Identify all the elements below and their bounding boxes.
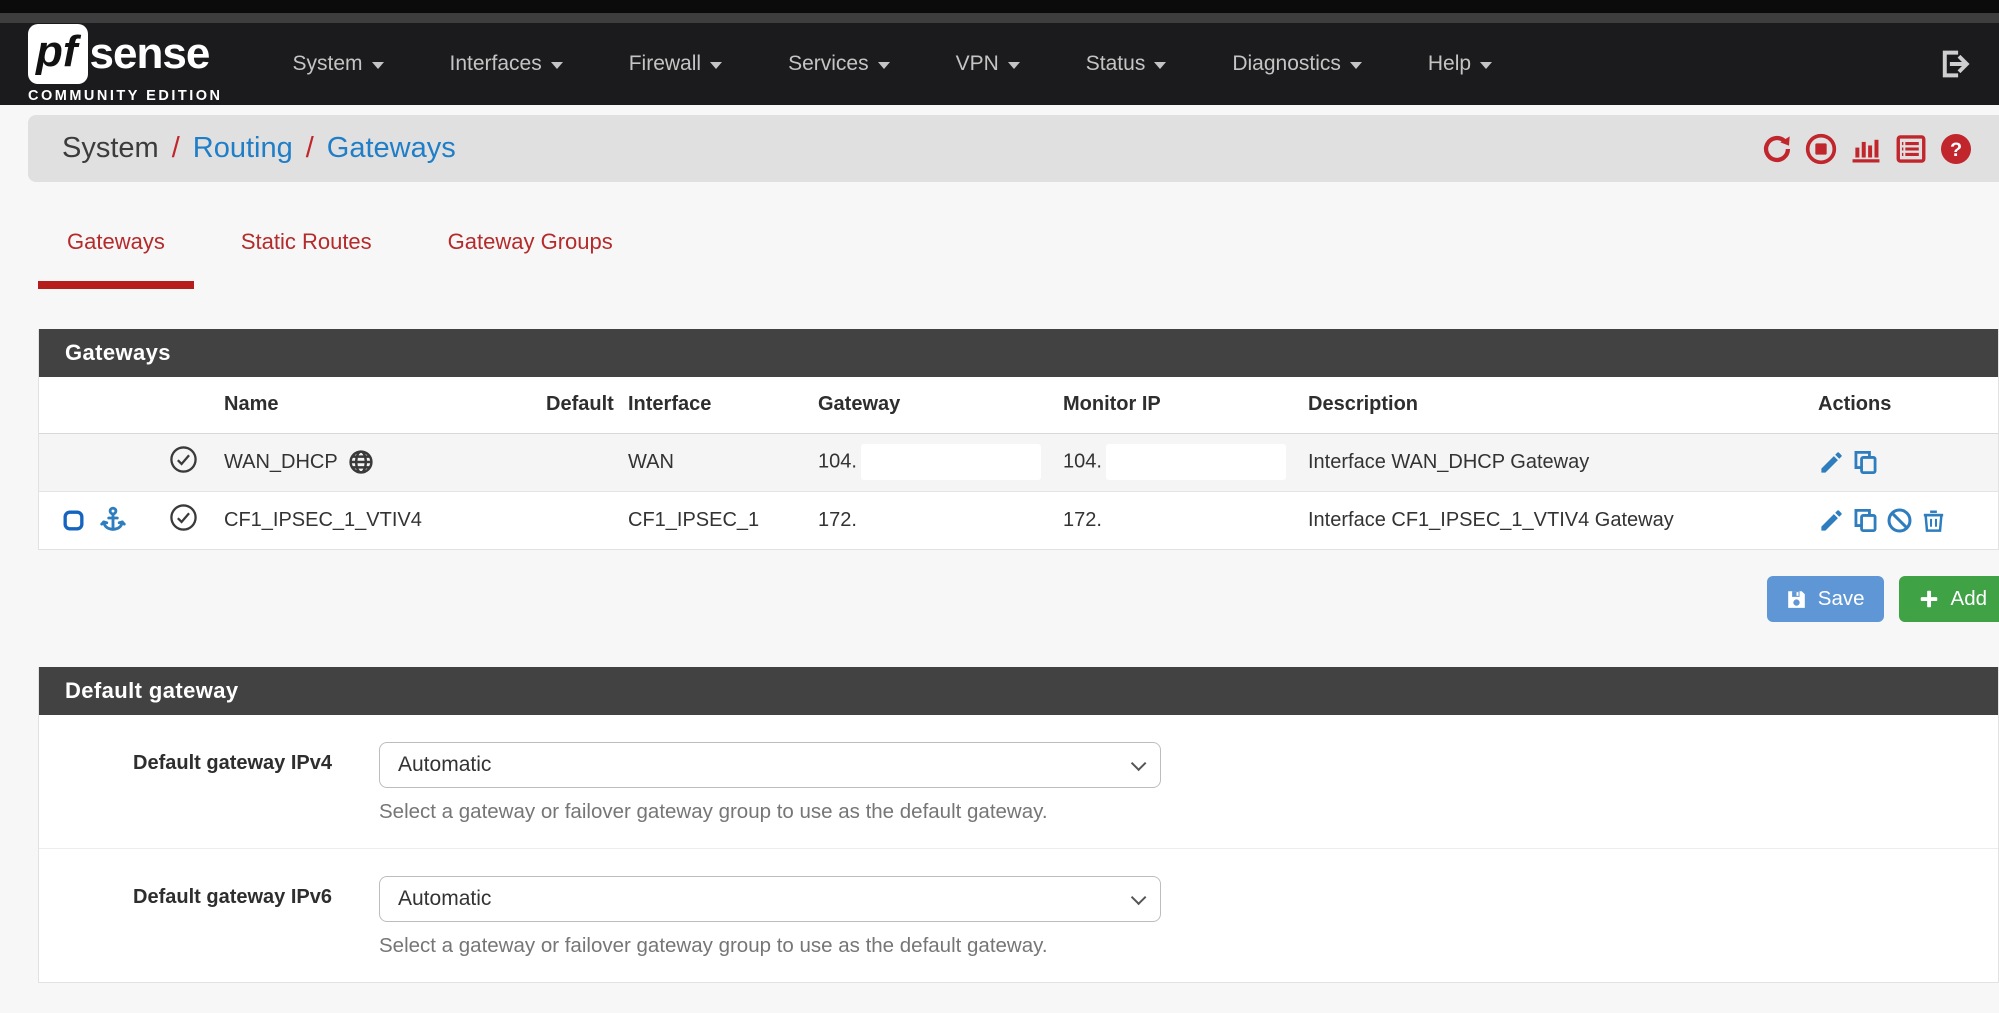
- chevron-down-icon: [710, 62, 722, 69]
- gateway-interface: WAN: [620, 433, 810, 491]
- nav-item-system[interactable]: System: [292, 52, 383, 76]
- help-icon[interactable]: ?: [1939, 132, 1973, 166]
- square-outline-icon[interactable]: [61, 508, 86, 533]
- edit-pencil-icon[interactable]: [1818, 507, 1845, 534]
- default-gateway-ipv6-help: Select a gateway or failover gateway gro…: [379, 934, 1161, 958]
- gateway-address: 172.: [810, 491, 1055, 549]
- col-interface: Interface: [620, 377, 810, 433]
- default-gateway-ipv4-row: Default gateway IPv4 Automatic Select a …: [39, 715, 1998, 848]
- default-gateway-ipv4-help: Select a gateway or failover gateway gro…: [379, 800, 1161, 824]
- selected-value: Automatic: [398, 887, 491, 911]
- chevron-down-icon: [1154, 62, 1166, 69]
- nav-item-firewall[interactable]: Firewall: [629, 52, 722, 76]
- breadcrumb-bar: System / Routing / Gateways ?: [28, 115, 1999, 182]
- gateway-interface: CF1_IPSEC_1: [620, 491, 810, 549]
- redacted-value: [861, 444, 1041, 480]
- selected-value: Automatic: [398, 753, 491, 777]
- table-row: CF1_IPSEC_1_VTIV4 CF1_IPSEC_1 172. 172. …: [39, 491, 1998, 549]
- floppy-icon: [1786, 589, 1807, 610]
- stop-icon[interactable]: [1804, 132, 1838, 166]
- breadcrumb-gateways-link[interactable]: Gateways: [327, 132, 456, 165]
- top-navbar: pf sense COMMUNITY EDITION System Interf…: [0, 23, 1999, 105]
- table-header-row: Name Default Interface Gateway Monitor I…: [39, 377, 1998, 433]
- ban-icon[interactable]: [1886, 507, 1913, 534]
- monitor-ip: 104.: [1063, 450, 1102, 472]
- gateway-description: Interface WAN_DHCP Gateway: [1300, 433, 1810, 491]
- window-top-strip: [0, 0, 1999, 13]
- monitor-ip: 172.: [1055, 491, 1300, 549]
- default-gateway-ipv6-select[interactable]: Automatic: [379, 876, 1161, 922]
- gateway-name: CF1_IPSEC_1_VTIV4: [216, 491, 538, 549]
- nav-item-help[interactable]: Help: [1428, 52, 1492, 76]
- gateway-default: [538, 433, 620, 491]
- nav-item-interfaces[interactable]: Interfaces: [450, 52, 563, 76]
- log-icon[interactable]: [1894, 132, 1928, 166]
- logo-pf-mark: pf: [28, 24, 88, 84]
- default-gateway-ipv4-select[interactable]: Automatic: [379, 742, 1161, 788]
- chevron-down-icon: [1008, 62, 1020, 69]
- default-gateway-ipv6-row: Default gateway IPv6 Automatic Select a …: [39, 848, 1998, 982]
- col-monitor-ip: Monitor IP: [1055, 377, 1300, 433]
- breadcrumb: System / Routing / Gateways: [62, 132, 456, 165]
- chart-bar-icon[interactable]: [1849, 132, 1883, 166]
- chevron-down-icon: [551, 62, 563, 69]
- breadcrumb-routing-link[interactable]: Routing: [193, 132, 293, 165]
- gateway-default: [538, 491, 620, 549]
- chevron-down-icon: [1350, 62, 1362, 69]
- tab-static-routes[interactable]: Static Routes: [212, 229, 401, 289]
- gateway-description: Interface CF1_IPSEC_1_VTIV4 Gateway: [1300, 491, 1810, 549]
- chevron-down-icon: [878, 62, 890, 69]
- routing-tabs: Gateways Static Routes Gateway Groups: [38, 229, 1999, 289]
- tab-gateway-groups[interactable]: Gateway Groups: [419, 229, 642, 289]
- plus-icon: [1918, 588, 1940, 610]
- copy-icon[interactable]: [1852, 449, 1879, 476]
- check-circle-icon: [169, 503, 198, 532]
- nav-item-status[interactable]: Status: [1086, 52, 1167, 76]
- nav-item-vpn[interactable]: VPN: [956, 52, 1020, 76]
- chevron-down-icon: [1480, 62, 1492, 69]
- logo-subtitle: COMMUNITY EDITION: [28, 88, 222, 104]
- svg-text:?: ?: [1950, 138, 1962, 160]
- breadcrumb-separator: /: [306, 132, 314, 165]
- gateways-panel: Gateways Name Default Interface Gateway …: [38, 329, 1999, 550]
- col-default: Default: [538, 377, 620, 433]
- gateways-table: Name Default Interface Gateway Monitor I…: [39, 377, 1998, 549]
- add-button[interactable]: Add: [1899, 576, 1999, 622]
- breadcrumb-separator: /: [172, 132, 180, 165]
- default-gateway-panel-title: Default gateway: [39, 667, 1998, 715]
- copy-icon[interactable]: [1852, 507, 1879, 534]
- refresh-icon[interactable]: [1761, 133, 1793, 165]
- table-row: WAN_DHCP WAN 104. 104. Interface WAN_DHC…: [39, 433, 1998, 491]
- col-actions: Actions: [1810, 377, 1998, 433]
- col-gateway: Gateway: [810, 377, 1055, 433]
- edit-pencil-icon[interactable]: [1818, 449, 1845, 476]
- nav-item-diagnostics[interactable]: Diagnostics: [1232, 52, 1362, 76]
- breadcrumb-system: System: [62, 132, 159, 165]
- globe-icon: [348, 449, 374, 475]
- logo-sense-text: sense: [90, 29, 210, 79]
- table-button-row: Save Add: [38, 576, 1999, 622]
- gateway-name: WAN_DHCP: [224, 451, 338, 474]
- chevron-down-icon: [1131, 755, 1147, 771]
- sign-out-icon[interactable]: [1937, 47, 1971, 81]
- trash-icon[interactable]: [1920, 507, 1947, 534]
- default-gateway-ipv4-label: Default gateway IPv4: [39, 742, 379, 824]
- pfsense-logo[interactable]: pf sense COMMUNITY EDITION: [28, 24, 222, 104]
- check-circle-icon: [169, 445, 198, 474]
- default-gateway-ipv6-label: Default gateway IPv6: [39, 876, 379, 958]
- default-gateway-panel: Default gateway Default gateway IPv4 Aut…: [38, 667, 1999, 983]
- nav-menu: System Interfaces Firewall Services VPN …: [292, 52, 1937, 76]
- chevron-down-icon: [372, 62, 384, 69]
- col-name: Name: [216, 377, 538, 433]
- redacted-value: [1106, 444, 1286, 480]
- gateways-panel-title: Gateways: [39, 329, 1998, 377]
- tab-gateways[interactable]: Gateways: [38, 229, 194, 289]
- gateway-address: 104.: [818, 450, 857, 472]
- nav-item-services[interactable]: Services: [788, 52, 890, 76]
- window-title-strip: [0, 13, 1999, 23]
- chevron-down-icon: [1131, 889, 1147, 905]
- anchor-icon[interactable]: [98, 505, 128, 535]
- save-button[interactable]: Save: [1767, 576, 1884, 622]
- col-description: Description: [1300, 377, 1810, 433]
